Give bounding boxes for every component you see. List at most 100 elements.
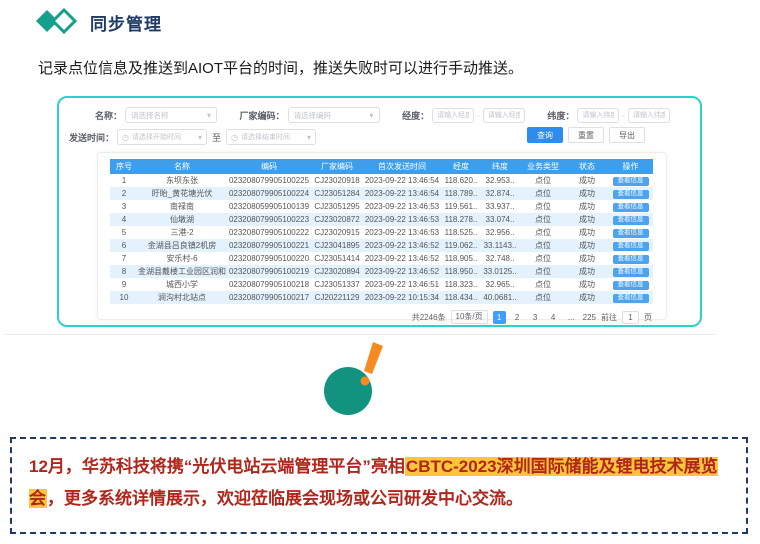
cell: 三港-2 — [138, 226, 226, 239]
longitude-to-input[interactable] — [483, 108, 525, 123]
cell: 33.937.. — [480, 200, 520, 213]
total-count: 共2246条 — [412, 312, 446, 323]
vendor-select-placeholder: 请选择编码 — [294, 110, 332, 121]
chevron-down-icon: ▾ — [307, 133, 311, 142]
cell: 2023-09-22 13:46:52 — [362, 239, 442, 252]
cell: 023208079905100223 — [226, 213, 312, 226]
page: 同步管理 记录点位信息及推送到AIOT平台的时间，推送失败时可以进行手动推送。 … — [0, 0, 760, 544]
cell: 10 — [110, 291, 138, 304]
chevron-down-icon: ▾ — [207, 111, 211, 120]
clock-icon: ◷ — [122, 133, 129, 142]
cell: 成功 — [566, 278, 608, 291]
page-number-last[interactable]: 225 — [583, 311, 596, 324]
view-info-button[interactable]: 查看信息 — [613, 216, 649, 226]
cell: 3 — [110, 200, 138, 213]
cell: 东坝东张 — [138, 174, 226, 187]
cell: 32.748.. — [480, 252, 520, 265]
end-time-picker[interactable]: ◷ 请选择结束时间 ▾ — [226, 129, 316, 145]
table-row: 10 涧沟村北站点 023208079905100217 CJ20221129 … — [110, 291, 653, 304]
cell: 023208079905100217 — [226, 291, 312, 304]
view-info-button[interactable]: 查看信息 — [613, 294, 649, 304]
start-time-picker[interactable]: ◷ 请选择开始时间 ▾ — [117, 129, 207, 145]
table-row: 1 东坝东张 023208079905100225 CJ23020918 202… — [110, 174, 653, 187]
latitude-from-input[interactable] — [577, 108, 619, 123]
page-number-3[interactable]: 3 — [529, 311, 542, 324]
name-select[interactable]: 请选择名称 ▾ — [125, 107, 217, 123]
table-row: 6 金湖县吕良镇2机房 023208079905100221 CJ2304189… — [110, 239, 653, 252]
cell: 023208059905100139 — [226, 200, 312, 213]
cell: 涧沟村北站点 — [138, 291, 226, 304]
cell: 成功 — [566, 174, 608, 187]
cell: 023208079905100221 — [226, 239, 312, 252]
cell: 119.561.. — [442, 200, 480, 213]
cell: 40.0681.. — [480, 291, 520, 304]
cell: CJ23041895 — [312, 239, 362, 252]
view-info-button[interactable]: 查看信息 — [613, 255, 649, 265]
column-header: 编码 — [226, 159, 312, 174]
announcement-part1: 12月，华苏科技将携“光伏电站云端管理平台”亮相 — [29, 457, 405, 476]
cell: 32.953.. — [480, 174, 520, 187]
cell: 118.525.. — [442, 226, 480, 239]
cell-action: 查看信息 — [608, 278, 653, 291]
view-info-button[interactable]: 查看信息 — [613, 242, 649, 252]
page-number-2[interactable]: 2 — [511, 311, 524, 324]
cell: CJ23051295 — [312, 200, 362, 213]
cell: 119.062.. — [442, 239, 480, 252]
view-info-button[interactable]: 查看信息 — [613, 177, 649, 187]
view-info-button[interactable]: 查看信息 — [613, 203, 649, 213]
cell-action: 查看信息 — [608, 200, 653, 213]
cell: 点位 — [520, 291, 566, 304]
cell: CJ23020918 — [312, 174, 362, 187]
cell: 点位 — [520, 174, 566, 187]
table-row: 2 盱眙_黄花塘光伏 023208079905100224 CJ23051284… — [110, 187, 653, 200]
column-header: 操作 — [608, 159, 653, 174]
table-row: 9 城西小学 023208079905100218 CJ23051337 202… — [110, 278, 653, 291]
cell: 023208079905100218 — [226, 278, 312, 291]
goto-suffix: 页 — [644, 312, 652, 323]
cell: 2023-09-22 13:46:54 — [362, 187, 442, 200]
column-header: 名称 — [138, 159, 226, 174]
view-info-button[interactable]: 查看信息 — [613, 229, 649, 239]
cell: 2023-09-22 13:46:51 — [362, 278, 442, 291]
cell: CJ23051284 — [312, 187, 362, 200]
cell: 8 — [110, 265, 138, 278]
double-diamond-icon — [34, 6, 80, 38]
cell: 7 — [110, 252, 138, 265]
view-info-button[interactable]: 查看信息 — [613, 268, 649, 278]
range-dash: - — [622, 111, 625, 120]
cell: 32.956.. — [480, 226, 520, 239]
cell: 2 — [110, 187, 138, 200]
cell: 成功 — [566, 252, 608, 265]
send-time-label: 发送时间： — [69, 131, 114, 144]
cell: 安乐村-6 — [138, 252, 226, 265]
column-header: 纬度 — [480, 159, 520, 174]
view-info-button[interactable]: 查看信息 — [613, 281, 649, 291]
latitude-to-input[interactable] — [628, 108, 670, 123]
filter-vendor-code: 厂家编码： 请选择编码 ▾ — [240, 107, 380, 123]
cell: 成功 — [566, 239, 608, 252]
cell: 成功 — [566, 291, 608, 304]
export-button[interactable]: 导出 — [609, 127, 645, 143]
table-header-row: 序号 名称 编码 厂家编码 首次发送时间 经度 纬度 业务类型 状态 操作 — [110, 159, 653, 174]
longitude-label: 经度： — [402, 109, 429, 122]
cell: CJ23051337 — [312, 278, 362, 291]
longitude-from-input[interactable] — [432, 108, 474, 123]
reset-button[interactable]: 重置 — [568, 127, 604, 143]
column-header: 业务类型 — [520, 159, 566, 174]
sync-records-table: 序号 名称 编码 厂家编码 首次发送时间 经度 纬度 业务类型 状态 操作 1 — [110, 159, 653, 304]
chevron-down-icon: ▾ — [370, 111, 374, 120]
search-button[interactable]: 查询 — [527, 127, 563, 143]
vendor-select[interactable]: 请选择编码 ▾ — [288, 107, 380, 123]
page-number-4[interactable]: 4 — [547, 311, 560, 324]
announcement-box: 12月，华苏科技将携“光伏电站云端管理平台”亮相CBTC-2023深圳国际储能及… — [10, 437, 748, 534]
cell-action: 查看信息 — [608, 291, 653, 304]
cell: 023208079905100220 — [226, 252, 312, 265]
column-header: 首次发送时间 — [362, 159, 442, 174]
goto-page-input[interactable] — [622, 311, 639, 324]
time-separator: 至 — [212, 131, 221, 144]
table-row: 7 安乐村-6 023208079905100220 CJ23051414 20… — [110, 252, 653, 265]
cell: 6 — [110, 239, 138, 252]
page-size-select[interactable]: 10条/页 — [451, 310, 488, 324]
page-number-1[interactable]: 1 — [493, 311, 506, 324]
view-info-button[interactable]: 查看信息 — [613, 190, 649, 200]
